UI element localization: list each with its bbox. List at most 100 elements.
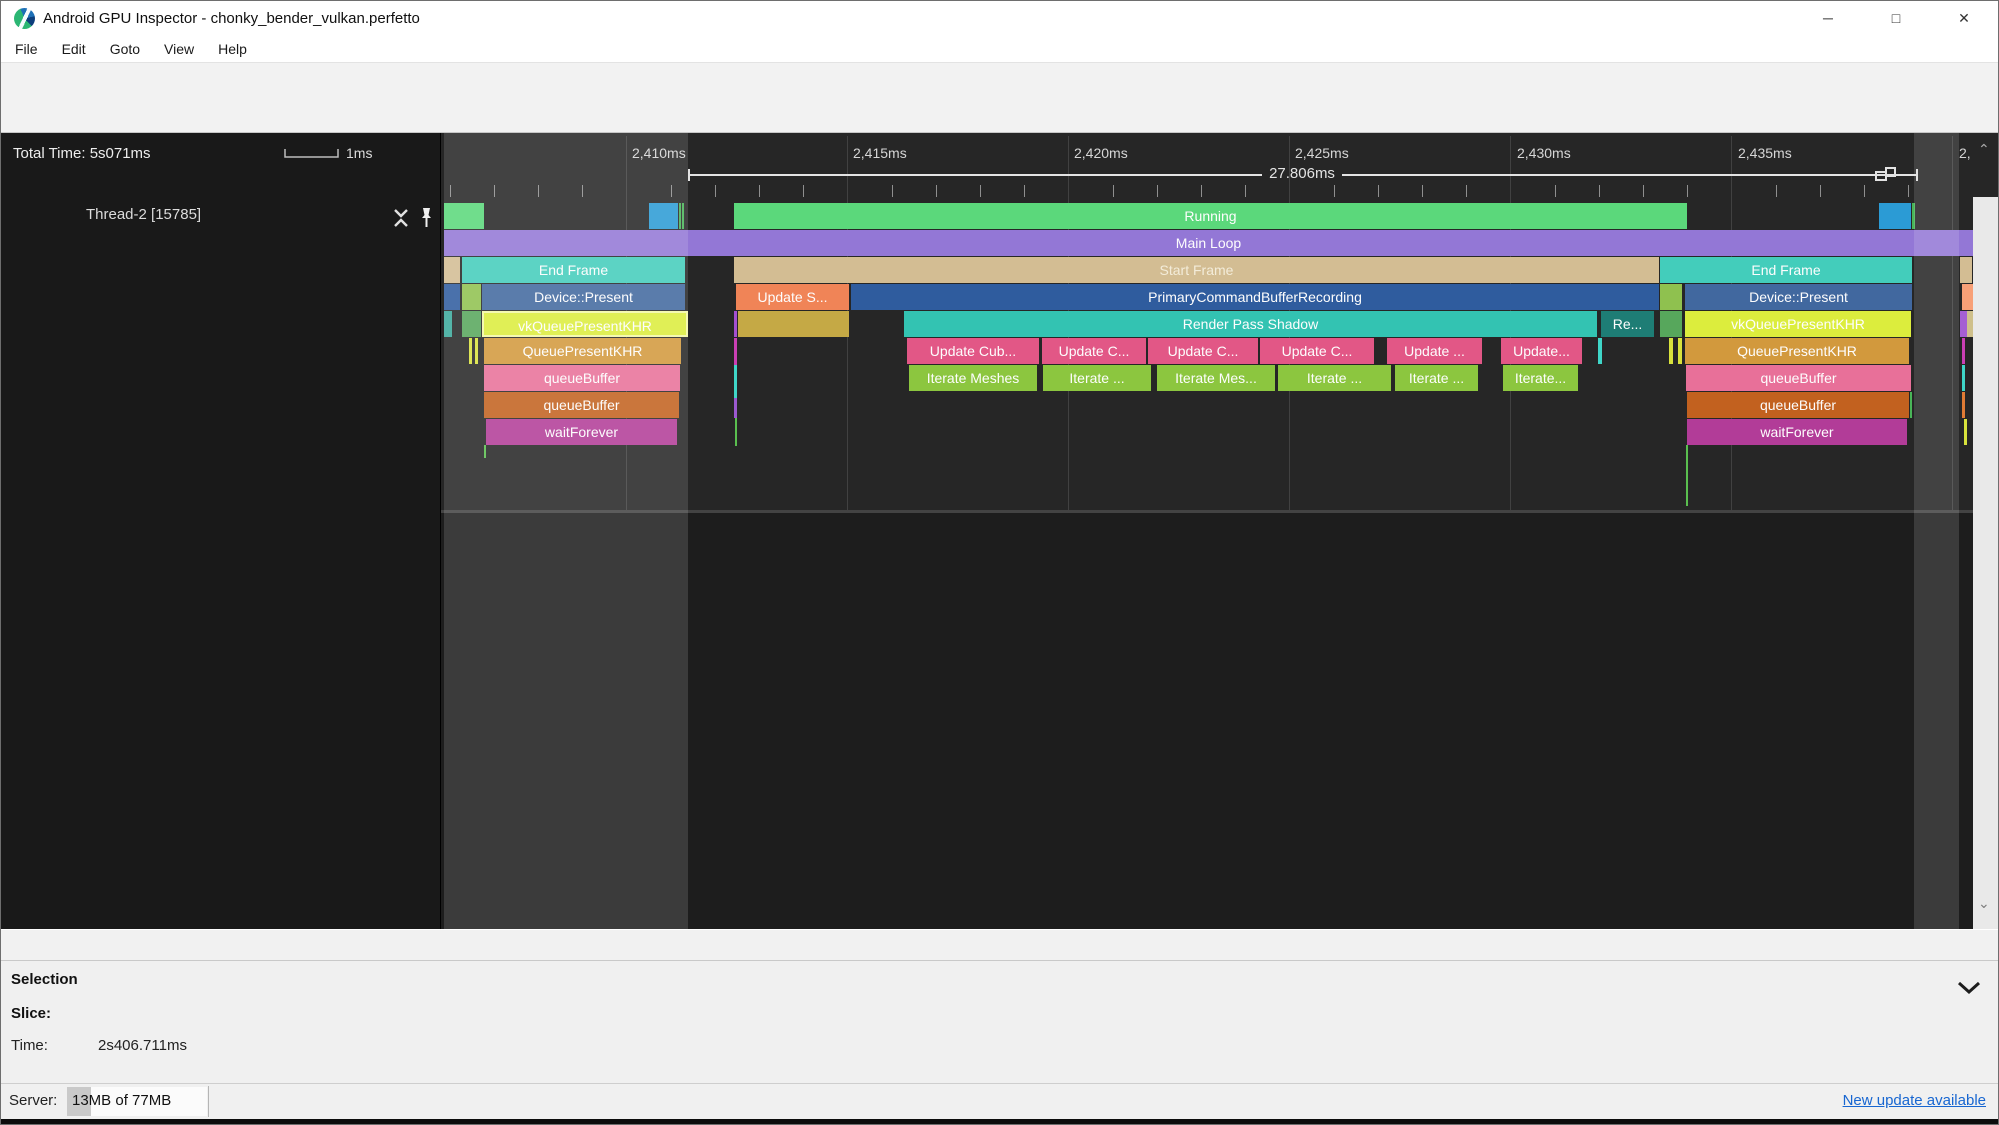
trace-slice-update-c[interactable]: Update C...: [1148, 338, 1258, 364]
ruler-minor-tick: [1157, 185, 1158, 197]
menu-item-help[interactable]: Help: [206, 36, 259, 62]
timeline-panel[interactable]: 2,410ms 2,415ms 2,420ms 2,425ms 2,430ms 2,435…: [1, 133, 1998, 929]
menu-item-edit[interactable]: Edit: [50, 36, 98, 62]
trace-slice[interactable]: [1660, 311, 1682, 337]
timing-cursor-icon[interactable]: [1873, 164, 1901, 193]
trace-slice-update-c[interactable]: Update C...: [1260, 338, 1374, 364]
collapse-track-icon[interactable]: [391, 207, 411, 229]
trace-slice[interactable]: [1598, 338, 1602, 364]
minimize-button[interactable]: ─: [1794, 1, 1862, 36]
thread-track-label[interactable]: Thread-2 [15785]: [86, 206, 201, 223]
scroll-up-icon[interactable]: ⌃: [1978, 141, 1990, 158]
trace-slice[interactable]: [1660, 284, 1682, 310]
trace-slice[interactable]: [444, 311, 452, 337]
title-bar[interactable]: Android GPU Inspector - chonky_bender_vu…: [1, 1, 1998, 36]
trace-slice-iterate[interactable]: Iterate...: [1503, 365, 1578, 391]
trace-slice-sliver[interactable]: [735, 418, 737, 446]
trace-slice[interactable]: [1962, 338, 1965, 364]
trace-slice[interactable]: [462, 311, 481, 337]
trace-slice-waitforever[interactable]: waitForever: [486, 419, 677, 445]
trace-slice-queuebuffer[interactable]: queueBuffer: [1686, 365, 1911, 391]
trace-slice[interactable]: [1962, 365, 1965, 391]
trace-slice-vkqueuepresentkhr[interactable]: vkQueuePresentKHR: [1685, 311, 1911, 337]
trace-slice-sliver[interactable]: [484, 445, 486, 458]
collapse-panel-icon[interactable]: [1956, 981, 1982, 995]
trace-slice-update-s[interactable]: Update S...: [736, 284, 849, 310]
trace-slice-sliver[interactable]: [1686, 445, 1688, 506]
trace-slice[interactable]: [1678, 338, 1682, 364]
trace-slice[interactable]: [1960, 311, 1967, 337]
menu-item-goto[interactable]: Goto: [98, 36, 152, 62]
trace-slice-queuebuffer[interactable]: queueBuffer: [1687, 392, 1909, 418]
selection-panel-title: Selection: [11, 971, 78, 988]
update-link[interactable]: New update available: [1843, 1092, 1986, 1109]
ruler-minor-tick: [936, 185, 937, 197]
server-label: Server:: [9, 1092, 58, 1109]
maximize-button[interactable]: □: [1862, 1, 1930, 36]
trace-slice[interactable]: [1879, 203, 1911, 229]
trace-slice[interactable]: [444, 284, 460, 310]
trace-slice[interactable]: [1960, 257, 1972, 283]
vertical-scrollbar[interactable]: [1973, 133, 1998, 929]
ruler-minor-tick: [1820, 185, 1821, 197]
trace-slice[interactable]: [1964, 419, 1967, 445]
menu-item-view[interactable]: View: [152, 36, 206, 62]
trace-slice-queuebuffer[interactable]: queueBuffer: [484, 392, 679, 418]
trace-slice[interactable]: [738, 311, 849, 337]
pin-track-icon[interactable]: [417, 206, 435, 230]
horizontal-scrollbar[interactable]: ‹ ›: [1, 930, 1998, 960]
trace-slice-sliver[interactable]: [734, 338, 737, 365]
trace-slice-iterate-meshes[interactable]: Iterate Meshes: [909, 365, 1037, 391]
trace-slice-primarycommandbufferrecording[interactable]: PrimaryCommandBufferRecording: [851, 284, 1659, 310]
trace-slice-re[interactable]: Re...: [1601, 311, 1654, 337]
trace-slice-update[interactable]: Update ...: [1387, 338, 1482, 364]
trace-slice[interactable]: [469, 338, 472, 364]
ruler-minor-tick: [803, 185, 804, 197]
trace-slice[interactable]: [444, 203, 484, 229]
trace-slice-queuepresentkhr[interactable]: QueuePresentKHR: [484, 338, 681, 364]
trace-slice[interactable]: [734, 311, 737, 337]
trace-slice[interactable]: [1962, 392, 1965, 418]
total-time-label: Total Time: 5s071ms: [13, 145, 151, 162]
trace-slice[interactable]: [682, 203, 684, 229]
trace-slice-vkqueuepresentkhr[interactable]: vkQueuePresentKHR: [482, 311, 688, 337]
trace-slice[interactable]: [444, 257, 460, 283]
scroll-down-icon[interactable]: ⌄: [1978, 895, 1990, 912]
trace-slice-device-present[interactable]: Device::Present: [1685, 284, 1912, 310]
trace-slice[interactable]: [1912, 203, 1915, 229]
trace-slice-sliver[interactable]: [734, 365, 737, 398]
trace-slice-iterate[interactable]: Iterate ...: [1395, 365, 1478, 391]
trace-slice-iterate-mes[interactable]: Iterate Mes...: [1157, 365, 1275, 391]
trace-slice-update-cub[interactable]: Update Cub...: [907, 338, 1039, 364]
trace-slice[interactable]: [649, 203, 678, 229]
trace-slice-iterate[interactable]: Iterate ...: [1043, 365, 1151, 391]
close-button[interactable]: ✕: [1930, 1, 1998, 36]
trace-slice[interactable]: [475, 338, 478, 364]
trace-slice-waitforever[interactable]: waitForever: [1687, 419, 1907, 445]
trace-slice-queuepresentkhr[interactable]: QueuePresentKHR: [1685, 338, 1909, 364]
menu-item-file[interactable]: File: [3, 36, 50, 62]
trace-slice-running[interactable]: Running: [734, 203, 1687, 229]
ruler-minor-tick: [1687, 185, 1688, 197]
trace-slice-render-pass-shadow[interactable]: Render Pass Shadow: [904, 311, 1597, 337]
server-memory-text: 13MB of 77MB: [72, 1092, 172, 1109]
trace-slice-end-frame[interactable]: End Frame: [1660, 257, 1912, 283]
trace-slice-iterate[interactable]: Iterate ...: [1278, 365, 1391, 391]
ruler-minor-tick: [1599, 185, 1600, 197]
trace-slice[interactable]: [462, 284, 481, 310]
measurement-line: [1342, 174, 1916, 176]
trace-slice[interactable]: [679, 203, 681, 229]
trace-slice-end-frame[interactable]: End Frame: [462, 257, 685, 283]
app-logo-icon: [14, 8, 35, 29]
trace-slice-start-frame[interactable]: Start Frame: [734, 257, 1659, 283]
trace-slice[interactable]: [1910, 392, 1912, 418]
trace-slice-update[interactable]: Update...: [1501, 338, 1582, 364]
ruler-minor-tick: [1245, 185, 1246, 197]
trace-slice[interactable]: [1669, 338, 1673, 364]
trace-slice-queuebuffer[interactable]: queueBuffer: [484, 365, 680, 391]
trace-slice-sliver[interactable]: [734, 398, 737, 418]
trace-slice-main-loop[interactable]: Main Loop: [444, 230, 1973, 256]
trace-slice-update-c[interactable]: Update C...: [1042, 338, 1146, 364]
gridline-major: [1952, 136, 1953, 510]
trace-slice-device-present[interactable]: Device::Present: [482, 284, 685, 310]
